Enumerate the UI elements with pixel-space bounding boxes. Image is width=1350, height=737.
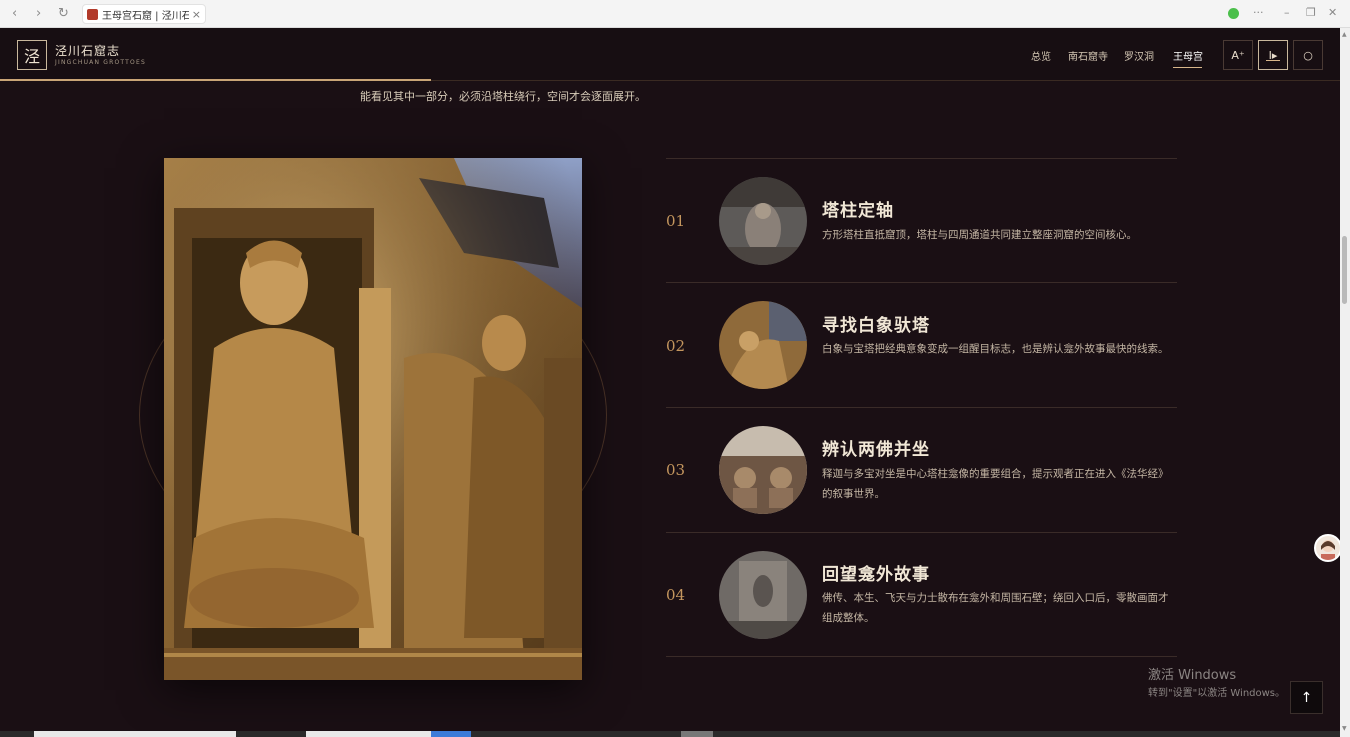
step-title: 塔柱定轴	[822, 201, 894, 221]
windows-activation-title: 激活 Windows	[1148, 668, 1237, 683]
page-scrollbar[interactable]: ▲ ▼	[1340, 28, 1350, 737]
taskbar-item[interactable]	[34, 731, 236, 737]
taskbar-item[interactable]	[431, 731, 471, 737]
step-divider	[666, 407, 1177, 408]
step-title: 寻找白象驮塔	[822, 316, 930, 336]
browser-tab[interactable]: 王母宫石窟 | 泾川石... ×	[82, 4, 206, 24]
reading-progress-bar	[0, 79, 431, 81]
step-thumb-image	[719, 551, 807, 639]
tab-title: 王母宫石窟 | 泾川石...	[102, 10, 189, 22]
browser-toolbar: ‹ › ↻ 王母宫石窟 | 泾川石... × ··· – ❐ ✕	[0, 0, 1350, 28]
site-header: 泾 泾川石窟志 JINGCHUAN GROTTOES 总览 南石窟寺 罗汉洞 王…	[0, 28, 1340, 81]
scroll-down-icon[interactable]: ▼	[1342, 725, 1347, 732]
grotto-photo-illustration	[164, 158, 582, 680]
nav-overview[interactable]: 总览	[1031, 48, 1051, 63]
scroll-up-icon[interactable]: ▲	[1342, 31, 1347, 38]
close-window-icon[interactable]: ✕	[1328, 6, 1337, 19]
forward-icon[interactable]: ›	[36, 6, 41, 21]
back-icon[interactable]: ‹	[12, 6, 17, 21]
intro-text: 能看见其中一部分，必须沿塔柱绕行，空间才会逐面展开。	[360, 90, 646, 103]
step-thumbnail	[719, 551, 807, 639]
step-description: 白象与宝塔把经典意象变成一组醒目标志，也是辨认龛外故事最快的线索。	[822, 343, 1169, 355]
audio-active-indicator	[1266, 60, 1280, 61]
step-divider	[666, 532, 1177, 533]
restore-icon[interactable]: ❐	[1306, 6, 1316, 19]
windows-activation-hint: 转到"设置"以激活 Windows。	[1148, 688, 1286, 699]
audio-button[interactable]: I▸	[1258, 40, 1288, 70]
step-title: 回望龛外故事	[822, 565, 930, 585]
step-thumb-image	[719, 426, 807, 514]
step-divider	[666, 656, 1177, 657]
nav-nanshiku[interactable]: 南石窟寺	[1068, 48, 1108, 63]
step-title: 辨认两佛并坐	[822, 440, 930, 460]
step-description: 方形塔柱直抵窟顶，塔柱与四周通道共同建立整座洞窟的空间核心。	[822, 229, 1137, 241]
extension-icon[interactable]	[1228, 8, 1239, 19]
nav-active-indicator	[1173, 67, 1202, 68]
step-thumbnail	[719, 426, 807, 514]
logo-title[interactable]: 泾川石窟志	[55, 42, 120, 59]
step-description: 释迦与多宝对坐是中心塔柱龛像的重要组合，提示观者正在进入《法华经》的叙事世界。	[822, 468, 1169, 500]
step-number: 04	[666, 586, 686, 604]
back-to-top-button[interactable]: ↑	[1290, 681, 1323, 714]
taskbar-item[interactable]	[306, 731, 431, 737]
theme-button[interactable]: ○	[1293, 40, 1323, 70]
step-thumbnail	[719, 177, 807, 265]
favicon-icon	[87, 8, 98, 20]
minimize-icon[interactable]: –	[1284, 6, 1290, 19]
step-thumbnail	[719, 301, 807, 389]
os-taskbar	[0, 731, 1340, 737]
logo-subtitle: JINGCHUAN GROTTOES	[55, 59, 146, 66]
scroll-thumb[interactable]	[1342, 236, 1347, 304]
step-number: 01	[666, 212, 686, 230]
step-description: 佛传、本生、飞天与力士散布在龛外和周围石壁；绕回入口后，零散画面才组成整体。	[822, 592, 1169, 624]
step-thumb-image	[719, 177, 807, 265]
grotto-main-photo	[164, 158, 582, 680]
nav-wangmu[interactable]: 王母宫	[1173, 48, 1203, 63]
taskbar-item[interactable]	[681, 731, 713, 737]
font-size-button[interactable]: A⁺	[1223, 40, 1253, 70]
step-divider	[666, 282, 1177, 283]
more-icon[interactable]: ···	[1253, 6, 1264, 19]
logo-mark[interactable]: 泾	[17, 40, 47, 70]
nav-luohan[interactable]: 罗汉洞	[1124, 48, 1154, 63]
step-thumb-image	[719, 301, 807, 389]
step-divider	[666, 158, 1177, 159]
step-number: 03	[666, 461, 686, 479]
step-number: 02	[666, 337, 686, 355]
assistant-avatar[interactable]	[1314, 534, 1342, 562]
assistant-avatar-icon	[1321, 540, 1335, 560]
tab-close-icon[interactable]: ×	[192, 8, 201, 21]
reload-icon[interactable]: ↻	[58, 6, 69, 21]
